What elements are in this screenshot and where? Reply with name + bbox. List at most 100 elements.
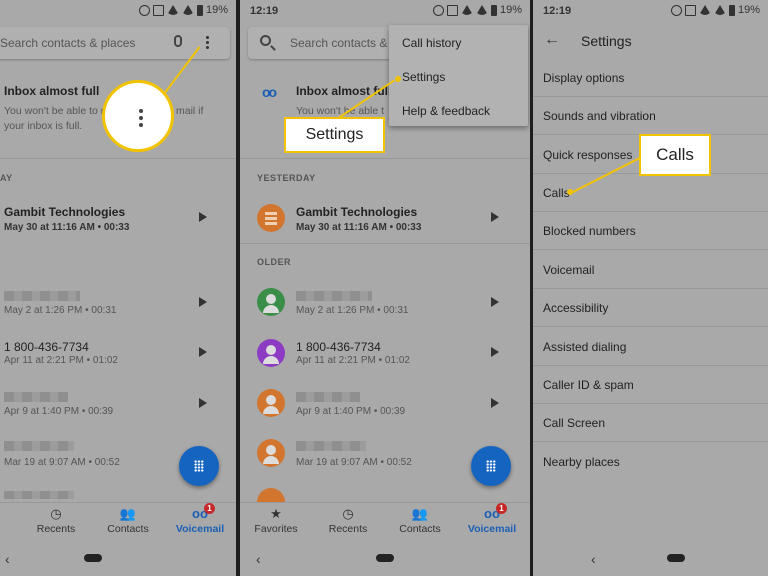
clock: 12:19 — [543, 5, 572, 17]
nav-contacts-label: Contacts — [107, 523, 149, 535]
more-options-callout — [102, 80, 174, 152]
play-icon[interactable] — [491, 398, 499, 408]
settings-item-label: Assisted dialing — [543, 340, 627, 354]
caller-name: Gambit Technologies — [296, 205, 418, 219]
back-arrow-icon[interactable]: ← — [544, 31, 560, 49]
caller-name: 1 800-436-7734 — [296, 340, 381, 354]
redacted-caller-name — [4, 392, 68, 402]
settings-item-accessibility[interactable]: Accessibility — [533, 289, 768, 327]
settings-item-label: Calls — [543, 186, 570, 200]
nav-voicemail-label: Voicemail — [175, 523, 225, 535]
settings-item-voicemail[interactable]: Voicemail — [533, 251, 768, 289]
system-navigation-bar: ‹ — [533, 542, 768, 576]
play-icon[interactable] — [199, 347, 207, 357]
nav-recents[interactable]: ◷ Recents — [318, 506, 378, 536]
more-options-icon[interactable] — [206, 36, 210, 51]
battery-level: 19% — [205, 4, 228, 16]
back-icon[interactable]: ‹ — [591, 551, 596, 567]
nav-recents[interactable]: ◷ Recents — [26, 506, 86, 536]
settings-item-label: Display options — [543, 71, 625, 85]
status-icons: 19% — [432, 4, 522, 16]
vibrate-icon — [446, 4, 458, 16]
star-icon: ★ — [270, 506, 282, 521]
signal-icon — [713, 5, 726, 15]
play-icon[interactable] — [491, 297, 499, 307]
back-icon[interactable]: ‹ — [5, 551, 10, 567]
settings-item-nearby-places[interactable]: Nearby places — [533, 443, 768, 481]
voicemail-meta: May 30 at 11:16 AM • 00:33 — [4, 222, 130, 233]
contact-avatar — [257, 439, 285, 467]
people-icon: 👥 — [411, 506, 429, 521]
play-icon[interactable] — [199, 297, 207, 307]
callout-pointer-dot — [567, 189, 573, 195]
dialpad-icon — [194, 460, 204, 472]
battery-icon — [728, 4, 735, 16]
settings-item-sounds-vibration[interactable]: Sounds and vibration — [533, 97, 768, 135]
status-bar: 19% — [0, 0, 236, 22]
voicemail-icon: oo — [484, 506, 500, 521]
alarm-icon — [670, 4, 682, 16]
settings-item-caller-id-spam[interactable]: Caller ID & spam — [533, 366, 768, 404]
nav-favorites[interactable]: ★ Favorites — [246, 506, 306, 536]
nav-recents-label: Recents — [36, 523, 76, 535]
nav-contacts[interactable]: 👥 Contacts — [98, 507, 158, 536]
search-bar[interactable]: Search contacts & places — [0, 27, 230, 59]
nav-voicemail[interactable]: oo 1 Voicemail — [170, 503, 230, 535]
redacted-caller-name — [4, 291, 80, 301]
status-icons: 19% — [670, 4, 760, 16]
search-placeholder: Search contacts & p — [290, 36, 398, 50]
wifi-icon — [460, 5, 473, 15]
home-pill[interactable] — [376, 554, 394, 562]
clock: 12:19 — [250, 5, 279, 17]
settings-item-label: Sounds and vibration — [543, 109, 656, 123]
settings-item-display-options[interactable]: Display options — [533, 59, 768, 97]
settings-item-label: Caller ID & spam — [543, 378, 634, 392]
play-icon[interactable] — [491, 347, 499, 357]
voicemail-icon: oo — [192, 506, 208, 521]
inbox-warning-text-line2: your inbox is full. — [4, 120, 83, 132]
menu-item-help-feedback[interactable]: Help & feedback — [402, 104, 490, 118]
wifi-icon — [698, 5, 711, 15]
dialpad-button[interactable] — [471, 446, 511, 486]
status-icons: 19% — [138, 4, 228, 16]
redacted-caller-name — [296, 291, 372, 301]
voicemail-meta: Apr 11 at 2:21 PM • 01:02 — [296, 355, 410, 366]
menu-item-settings[interactable]: Settings — [402, 70, 445, 84]
home-pill[interactable] — [667, 554, 685, 562]
back-icon[interactable]: ‹ — [256, 551, 261, 567]
nav-contacts[interactable]: 👥 Contacts — [390, 506, 450, 536]
voicemail-meta: Apr 9 at 1:40 PM • 00:39 — [296, 406, 406, 417]
dialpad-button[interactable] — [179, 446, 219, 486]
menu-item-call-history[interactable]: Call history — [402, 36, 461, 50]
clock-icon: ◷ — [50, 506, 62, 521]
play-icon[interactable] — [199, 212, 207, 222]
vibrate-icon — [152, 4, 164, 16]
settings-item-label: Quick responses — [543, 148, 633, 162]
battery-level: 19% — [499, 4, 522, 16]
phone-screen-voicemail: 19% Search contacts & places Inbox almos… — [0, 0, 236, 576]
settings-callout: Settings — [284, 117, 385, 153]
alarm-icon — [138, 4, 150, 16]
play-icon[interactable] — [199, 398, 207, 408]
voicemail-meta: May 30 at 11:16 AM • 00:33 — [296, 222, 422, 233]
redacted-caller-name — [296, 392, 360, 402]
settings-item-assisted-dialing[interactable]: Assisted dialing — [533, 328, 768, 366]
settings-item-call-screen[interactable]: Call Screen — [533, 404, 768, 442]
settings-header: ← Settings — [533, 22, 768, 60]
calls-callout: Calls — [639, 134, 711, 176]
settings-item-label: Nearby places — [543, 455, 620, 469]
divider — [240, 243, 530, 244]
nav-voicemail-label: Voicemail — [467, 523, 517, 535]
redacted-caller-name — [4, 441, 74, 451]
section-header-yesterday: YESTERDAY — [257, 173, 316, 183]
settings-item-blocked-numbers[interactable]: Blocked numbers — [533, 212, 768, 250]
clock-icon: ◷ — [342, 506, 354, 521]
play-icon[interactable] — [491, 212, 499, 222]
nav-favorites[interactable]: s — [0, 526, 12, 538]
caller-name: Gambit Technologies — [4, 205, 126, 219]
nav-voicemail[interactable]: oo 1 Voicemail — [462, 503, 522, 535]
microphone-icon[interactable] — [174, 35, 182, 47]
system-navigation-bar: ‹ — [240, 542, 530, 576]
home-pill[interactable] — [84, 554, 102, 562]
redacted-caller-name — [4, 491, 74, 499]
